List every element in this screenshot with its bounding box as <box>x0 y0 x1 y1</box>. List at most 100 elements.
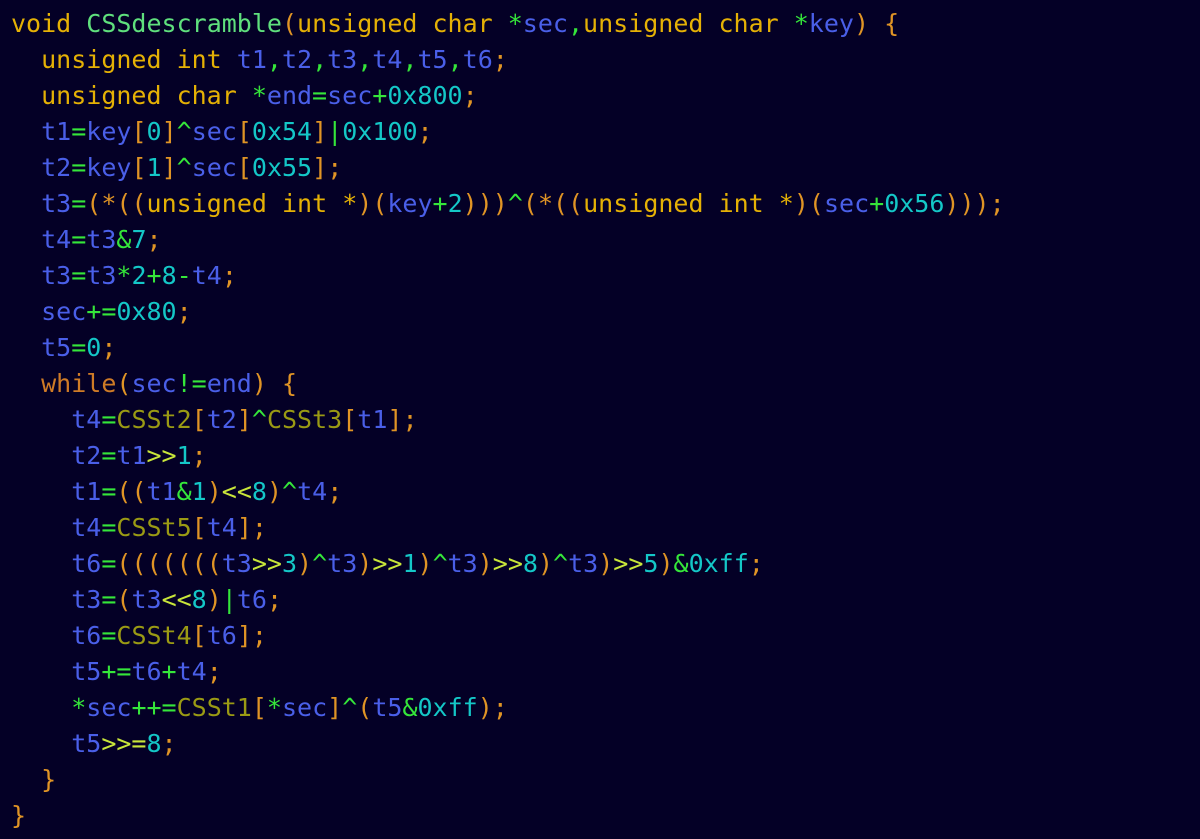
code-line[interactable]: t5=0; <box>11 330 1200 366</box>
code-line[interactable]: t4=CSSt5[t4]; <box>11 510 1200 546</box>
code-token-punct: ( <box>281 9 298 38</box>
code-token-num: 0x55 <box>251 153 313 182</box>
code-token-punct: ) <box>251 369 267 398</box>
code-line[interactable]: t1=((t1&1)<<8)^t4; <box>11 474 1200 510</box>
code-token-ident: t5 <box>41 333 72 362</box>
code-token-op: + <box>869 189 885 218</box>
code-line[interactable]: t5>>=8; <box>11 726 1200 762</box>
code-token-op: = <box>71 225 87 254</box>
code-token-op: & <box>673 549 689 578</box>
code-token-type: unsigned char <box>41 81 252 110</box>
code-token-punct: ( <box>372 189 388 218</box>
code-token-punct: ) <box>357 549 373 578</box>
code-token-punct: ] <box>161 117 177 146</box>
code-token-ident: t3 <box>447 549 478 578</box>
code-token-ident: t6 <box>462 45 493 74</box>
code-token-ident: sec <box>327 81 373 110</box>
code-token-punct: ( <box>522 189 538 218</box>
code-viewer[interactable]: void CSSdescramble(unsigned char *sec,un… <box>0 0 1200 839</box>
code-line[interactable]: unsigned int t1,t2,t3,t4,t5,t6; <box>11 42 1200 78</box>
code-token-ident: end <box>266 81 313 110</box>
code-token-op: = <box>101 477 117 506</box>
code-token-punct: ; <box>191 441 207 470</box>
code-token-op: ^ <box>251 405 267 434</box>
code-token-punct: ) <box>598 549 614 578</box>
code-line[interactable]: sec+=0x80; <box>11 294 1200 330</box>
code-line[interactable]: t6=(((((((t3>>3)^t3)>>1)^t3)>>8)^t3)>>5)… <box>11 546 1200 582</box>
code-token-punct: ; <box>462 81 478 110</box>
code-line[interactable]: t3=(*((unsigned int *)(key+2)))^(*((unsi… <box>11 186 1200 222</box>
code-token-ident: t6 <box>71 621 102 650</box>
code-token-ident: t4 <box>71 513 102 542</box>
code-line[interactable]: t2=t1>>1; <box>11 438 1200 474</box>
code-token-type: * <box>778 189 794 218</box>
code-token-punct: ( <box>86 189 102 218</box>
code-token-punct: ) <box>658 549 674 578</box>
code-token-ident: t6 <box>131 657 162 686</box>
code-line[interactable]: } <box>11 762 1200 798</box>
code-token-punct: [ <box>191 621 207 650</box>
code-token-punct: ) <box>853 9 870 38</box>
code-token-punct: ) <box>477 693 493 722</box>
code-token-op: = <box>101 405 117 434</box>
code-token-num: 1 <box>191 477 207 506</box>
code-line[interactable]: t4=t3&7; <box>11 222 1200 258</box>
code-line[interactable]: t5+=t6+t4; <box>11 654 1200 690</box>
code-token-op: = <box>101 621 117 650</box>
code-line[interactable]: t4=CSSt2[t2]^CSSt3[t1]; <box>11 402 1200 438</box>
code-token-punct: ; <box>176 297 192 326</box>
code-token-ident: t2 <box>281 45 313 74</box>
code-token-ident: sec <box>131 369 177 398</box>
code-token-punct: ] <box>161 153 177 182</box>
code-line[interactable]: t6=CSSt4[t6]; <box>11 618 1200 654</box>
code-token-ident: t3 <box>221 549 252 578</box>
code-line[interactable]: t3=t3*2+8-t4; <box>11 258 1200 294</box>
code-token-op: * <box>251 81 267 110</box>
code-token-punct: [ <box>251 693 267 722</box>
code-token-punct: ; <box>101 333 117 362</box>
code-token-punct: { <box>281 369 298 398</box>
code-token-op: & <box>176 477 192 506</box>
code-token-num: 0xff <box>688 549 749 578</box>
code-token-punct: ) <box>357 189 373 218</box>
code-token-punct: ] <box>236 513 252 542</box>
code-token-shift: << <box>221 477 252 506</box>
code-token-punct: ; <box>402 405 418 434</box>
code-token-ident: t4 <box>176 657 207 686</box>
code-token-punct: * <box>537 189 553 218</box>
code-line[interactable]: *sec++=CSSt1[*sec]^(t5&0xff); <box>11 690 1200 726</box>
code-token-shift: >> <box>146 441 177 470</box>
code-line[interactable]: unsigned char *end=sec+0x800; <box>11 78 1200 114</box>
code-token-punct: ; <box>327 477 343 506</box>
code-token-op: + <box>432 189 448 218</box>
code-token-ident: t4 <box>41 225 72 254</box>
code-line[interactable]: t1=key[0]^sec[0x54]|0x100; <box>11 114 1200 150</box>
code-token-ident: t4 <box>191 261 222 290</box>
code-token-type: unsigned char <box>297 9 508 38</box>
code-token-punct: ; <box>492 45 508 74</box>
code-line[interactable]: t3=(t3<<8)|t6; <box>11 582 1200 618</box>
code-token-op: , <box>447 45 463 74</box>
code-token-op: = <box>71 333 87 362</box>
code-token-op: ^ <box>432 549 448 578</box>
code-token-ident: t3 <box>71 585 102 614</box>
code-token-global: CSSt4 <box>116 621 192 650</box>
code-token-punct: ) <box>793 189 809 218</box>
code-token-type: unsigned char <box>583 9 794 38</box>
code-line[interactable]: while(sec!=end) { <box>11 366 1200 402</box>
code-token-op: + <box>161 657 177 686</box>
code-line[interactable]: void CSSdescramble(unsigned char *sec,un… <box>11 6 1200 42</box>
code-token-op: * <box>71 693 87 722</box>
code-token-op: = <box>312 81 328 110</box>
code-line[interactable]: t2=key[1]^sec[0x55]; <box>11 150 1200 186</box>
code-token-type: void <box>11 9 72 38</box>
code-line[interactable]: } <box>11 798 1200 834</box>
code-token-op: ^ <box>312 549 328 578</box>
